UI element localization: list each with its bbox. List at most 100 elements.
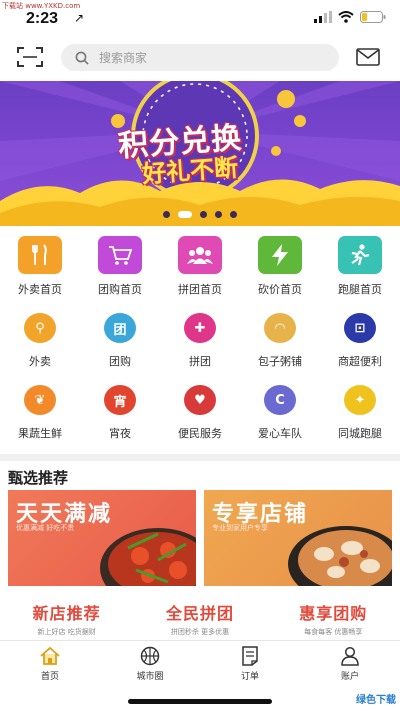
category-takeaway-home[interactable]: 外卖首页: [0, 236, 80, 297]
run-icon: ✦: [344, 385, 376, 415]
tab-label: 城市圈: [136, 672, 164, 682]
wifi-icon: [338, 11, 354, 23]
status-bar: 下载站 www.YXKD.com 2:23 ↗: [0, 0, 400, 34]
tab-orders[interactable]: 订单: [200, 641, 300, 684]
sub-category-takeaway[interactable]: ⚲ 外卖: [0, 313, 80, 369]
promo-subtitle: 优惠满减 好吃不贵: [16, 524, 75, 532]
night-icon: 宵: [104, 385, 136, 415]
category-label: 团购首页: [98, 283, 142, 296]
scan-icon[interactable]: [17, 46, 43, 68]
status-time: 2:23: [26, 10, 59, 27]
app-screen: 下载站 www.YXKD.com 2:23 ↗ 搜索商家 积分兑换 好礼不断 外…: [0, 0, 400, 711]
basketball-icon: [140, 646, 160, 666]
sub-category-city-errand[interactable]: ✦ 同城跑腿: [320, 385, 400, 441]
category-label: 跑腿首页: [338, 283, 382, 296]
category-bargain-home[interactable]: 砍价首页: [240, 236, 320, 297]
card-subtitle: 新上好店 吃货据财: [37, 628, 96, 636]
search-icon: [75, 51, 89, 65]
card-subtitle: 每食每客 优惠畅享: [304, 628, 363, 636]
card-title: 新店推荐: [32, 604, 101, 623]
sub-categories-row-2: ❦ 果蔬生鲜 宵 宵夜 ♥ 便民服务 C 爱心车队 ✦ 同城跑腿: [0, 385, 400, 441]
sub-category-label: 包子粥铺: [258, 355, 302, 368]
runner-icon: [338, 236, 382, 274]
carousel-dots: [163, 211, 237, 218]
bottom-tab-bar: 首页 城市圈 订单 账户: [0, 640, 400, 684]
tuan-icon: 团: [104, 313, 136, 343]
tab-label: 首页: [40, 672, 59, 682]
scooter-icon: ⚲: [24, 313, 56, 343]
card-title: 全民拼团: [165, 604, 234, 623]
card-new-stores[interactable]: 新店推荐 新上好店 吃货据财: [5, 594, 128, 636]
sub-category-label: 宵夜: [109, 427, 131, 440]
carousel-dot[interactable]: [163, 211, 170, 218]
card-group-buy-all[interactable]: 全民拼团 拼团秒杀 更多优惠: [138, 594, 261, 636]
main-categories: 外卖首页 团购首页 拼团首页 砍价首页 跑腿首页: [0, 236, 400, 297]
tab-label: 订单: [240, 672, 259, 682]
group-icon: [178, 236, 222, 274]
sub-category-label: 便民服务: [178, 427, 222, 440]
card-subtitle: 拼团秒杀 更多优惠: [170, 628, 230, 636]
category-groupbuy-home[interactable]: 团购首页: [80, 236, 160, 297]
home-icon: [40, 646, 60, 665]
lightning-icon: [258, 236, 302, 274]
search-input[interactable]: 搜索商家: [61, 44, 339, 71]
basket-icon: ⊡: [344, 313, 376, 343]
carousel-dot-active[interactable]: [178, 211, 192, 218]
sub-category-label: 拼团: [189, 355, 211, 368]
sub-categories-row-1: ⚲ 外卖 团 团购 ✚ 拼团 ◠ 包子粥铺 ⊡ 商超便利: [0, 313, 400, 369]
bun-icon: ◠: [264, 313, 296, 343]
sub-category-label: 外卖: [29, 355, 51, 368]
promo-card-exclusive-store[interactable]: 专享店铺 专业到家用户专享: [204, 490, 392, 586]
sub-category-label: 果蔬生鲜: [18, 427, 62, 440]
sub-category-label: 爱心车队: [258, 427, 302, 440]
fruit-icon: ❦: [24, 385, 56, 415]
sub-category-supermarket[interactable]: ⊡ 商超便利: [320, 313, 400, 369]
signal-icon: [314, 11, 332, 23]
sub-category-pintuan[interactable]: ✚ 拼团: [160, 313, 240, 369]
user-icon: [341, 646, 359, 666]
promo-card-discount[interactable]: 天天满减 优惠满减 好吃不贵: [8, 490, 196, 586]
puzzle-icon: ✚: [184, 313, 216, 343]
sub-category-bun-porridge[interactable]: ◠ 包子粥铺: [240, 313, 320, 369]
carousel-dot[interactable]: [215, 211, 222, 218]
tab-label: 账户: [340, 672, 359, 682]
location-arrow-icon: ↗: [74, 11, 85, 25]
tab-home[interactable]: 首页: [0, 641, 100, 684]
tab-account[interactable]: 账户: [300, 641, 400, 684]
mail-icon[interactable]: [356, 48, 380, 66]
fork-knife-icon: [18, 236, 62, 274]
promo-subtitle: 专业到家用户专享: [212, 524, 268, 532]
section-divider: [0, 454, 400, 461]
sub-category-services[interactable]: ♥ 便民服务: [160, 385, 240, 441]
feature-cards: 新店推荐 新上好店 吃货据财 全民拼团 拼团秒杀 更多优惠 惠享团购 每食每客 …: [0, 594, 400, 636]
promo-banner[interactable]: 积分兑换 好礼不断: [0, 81, 400, 226]
category-pintuan-home[interactable]: 拼团首页: [160, 236, 240, 297]
sub-category-label: 商超便利: [338, 355, 382, 368]
sub-category-fresh[interactable]: ❦ 果蔬生鲜: [0, 385, 80, 441]
search-placeholder: 搜索商家: [99, 51, 148, 65]
tab-city-circle[interactable]: 城市圈: [100, 641, 200, 684]
category-label: 外卖首页: [18, 283, 62, 296]
heart-hand-icon: ♥: [184, 385, 216, 415]
cart-icon: [98, 236, 142, 274]
category-errand-home[interactable]: 跑腿首页: [320, 236, 400, 297]
sub-category-late-night[interactable]: 宵 宵夜: [80, 385, 160, 441]
card-group-deals[interactable]: 惠享团购 每食每客 优惠畅享: [272, 594, 395, 636]
carousel-dot[interactable]: [230, 211, 237, 218]
banner-subline: 好礼不断: [141, 153, 240, 189]
section-title: 甄选推荐: [8, 469, 69, 487]
card-title: 惠享团购: [299, 604, 368, 623]
car-icon: C: [264, 385, 296, 415]
status-icons: [314, 11, 386, 23]
battery-icon: [360, 11, 386, 23]
category-label: 砍价首页: [258, 283, 302, 296]
category-label: 拼团首页: [178, 283, 222, 296]
home-indicator[interactable]: [128, 699, 272, 704]
sub-category-label: 团购: [109, 355, 131, 368]
sub-category-car-team[interactable]: C 爱心车队: [240, 385, 320, 441]
corner-watermark-logo: 绿色下载: [356, 695, 396, 706]
top-header: 搜索商家: [0, 40, 400, 76]
sub-category-groupbuy[interactable]: 团 团购: [80, 313, 160, 369]
carousel-dot[interactable]: [200, 211, 207, 218]
sub-category-label: 同城跑腿: [338, 427, 382, 440]
